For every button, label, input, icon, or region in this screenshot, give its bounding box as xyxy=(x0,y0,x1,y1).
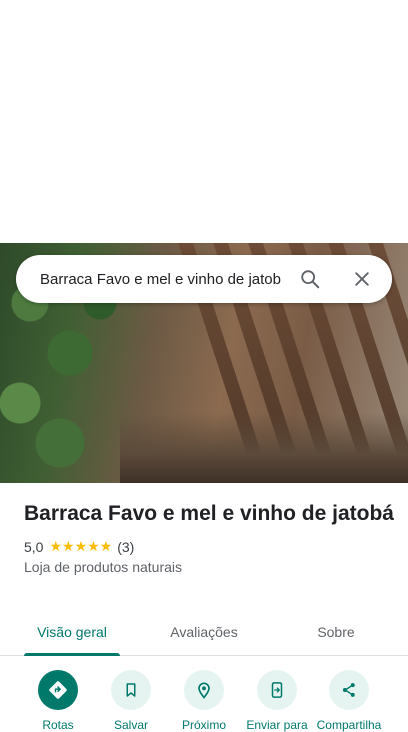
nearby-label: Próximo xyxy=(181,718,226,732)
active-tab-indicator xyxy=(24,653,120,656)
search-bar[interactable]: Barraca Favo e mel e vinho de jatob xyxy=(16,255,392,303)
tab-reviews-label: Avaliações xyxy=(170,624,238,640)
place-info: Barraca Favo e mel e vinho de jatobá 5,0… xyxy=(24,500,394,575)
bookmark-icon xyxy=(111,670,151,710)
search-icon[interactable] xyxy=(298,267,322,291)
review-count: (3) xyxy=(117,538,135,555)
share-icon xyxy=(329,670,369,710)
send-to-phone-button[interactable]: Enviar para xyxy=(241,670,313,732)
rating-row[interactable]: 5,0 ★★★★★ (3) xyxy=(24,538,394,555)
rating-value: 5,0 xyxy=(24,538,44,555)
share-label: Compartilha xyxy=(316,718,382,732)
star-rating-icon: ★★★★★ xyxy=(49,538,113,554)
tab-about-label: Sobre xyxy=(317,624,355,640)
tab-reviews[interactable]: Avaliações xyxy=(156,610,252,655)
place-title: Barraca Favo e mel e vinho de jatobá xyxy=(24,502,394,525)
nearby-button[interactable]: Próximo xyxy=(168,670,240,732)
tab-overview-label: Visão geral xyxy=(37,624,107,640)
place-category: Loja de produtos naturais xyxy=(24,559,182,575)
search-input[interactable]: Barraca Favo e mel e vinho de jatob xyxy=(40,271,284,288)
directions-button[interactable]: Rotas xyxy=(22,670,94,732)
close-icon[interactable] xyxy=(350,267,374,291)
directions-icon xyxy=(38,670,78,710)
action-buttons: Rotas Salvar Próximo Enviar para Compart… xyxy=(0,670,408,732)
save-button[interactable]: Salvar xyxy=(95,670,167,732)
tab-about[interactable]: Sobre xyxy=(288,610,384,655)
save-label: Salvar xyxy=(113,718,148,732)
photo-ground xyxy=(120,413,408,483)
share-button[interactable]: Compartilha xyxy=(313,670,385,732)
send-to-phone-icon xyxy=(257,670,297,710)
directions-label: Rotas xyxy=(42,718,74,732)
tab-overview[interactable]: Visão geral xyxy=(24,610,120,656)
nearby-icon xyxy=(184,670,224,710)
send-to-phone-label: Enviar para xyxy=(246,718,308,732)
tab-bar: Visão geral Avaliações Sobre xyxy=(0,610,408,656)
